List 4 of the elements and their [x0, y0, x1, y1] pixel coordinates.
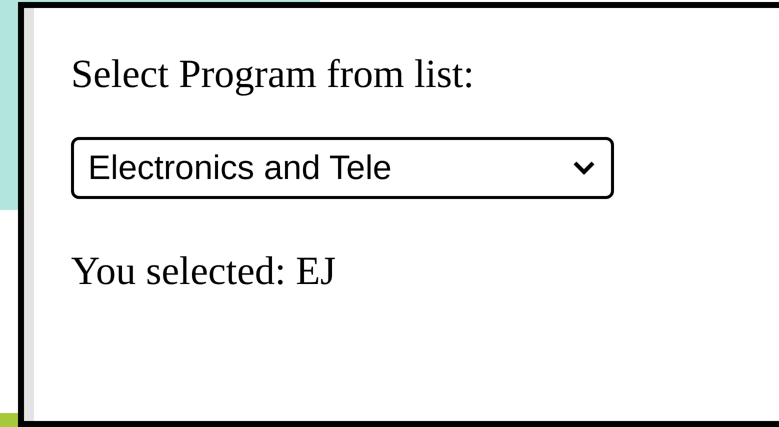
select-prompt: Select Program from list: [71, 50, 476, 98]
program-dropdown[interactable]: Electronics and Tele [71, 137, 614, 199]
chevron-down-icon [573, 161, 595, 175]
selection-result: You selected: EJ [71, 247, 337, 295]
